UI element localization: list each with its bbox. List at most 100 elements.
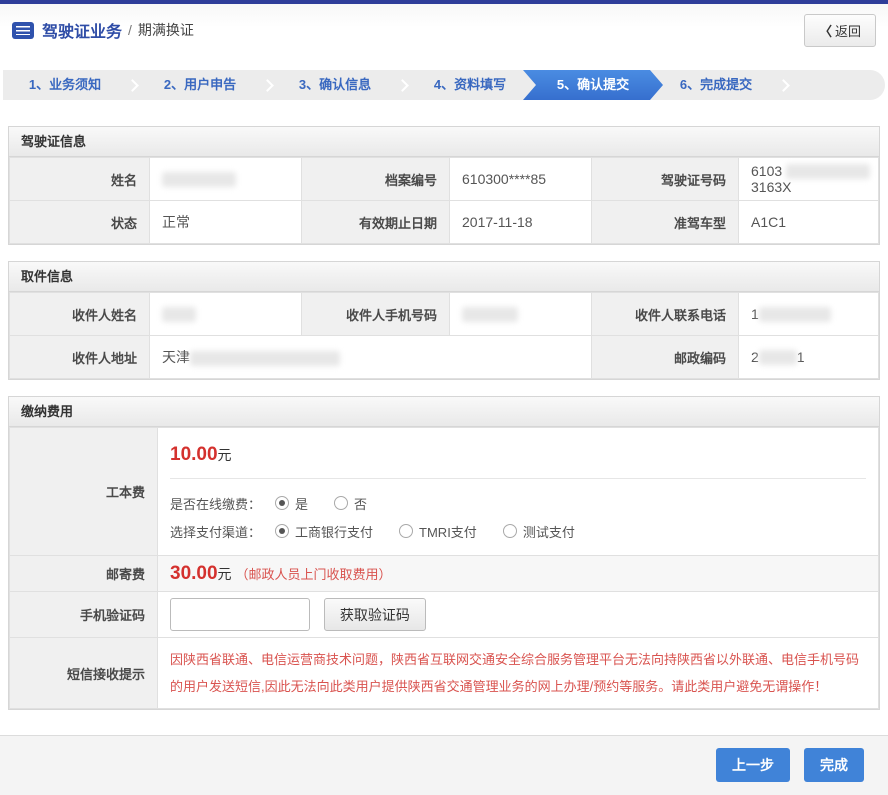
pickup-info-title: 取件信息 bbox=[9, 262, 879, 292]
license-no-suffix: 3163X bbox=[751, 179, 791, 195]
license-no-label: 驾驶证号码 bbox=[592, 158, 739, 201]
step-1-business-notes[interactable]: 1、业务须知 bbox=[3, 70, 127, 100]
online-pay-label: 是否在线缴费： bbox=[170, 494, 261, 513]
get-sms-code-button[interactable]: 获取验证码 bbox=[324, 598, 426, 631]
back-button[interactable]: 〈返回 bbox=[804, 14, 876, 47]
chevron-separator-icon bbox=[261, 79, 274, 92]
table-row: 手机验证码 获取验证码 bbox=[10, 592, 879, 638]
fees-section: 缴纳费用 工本费 10.00元 是否在线缴费： 是 否 选择支付渠道： 工商银行… bbox=[8, 396, 880, 710]
radio-icon[interactable] bbox=[399, 524, 413, 538]
license-info-table: 姓名 档案编号 610300****85 驾驶证号码 6103 3163X 状态… bbox=[9, 157, 879, 244]
valid-until-label: 有效期止日期 bbox=[302, 201, 450, 244]
recipient-address-prefix: 天津 bbox=[162, 349, 190, 365]
work-fee-amount: 10.00 bbox=[170, 444, 218, 465]
redacted-value bbox=[162, 172, 236, 187]
name-value bbox=[150, 158, 302, 201]
online-pay-option-yes[interactable]: 是 bbox=[275, 494, 308, 513]
channel-option-test[interactable]: 测试支付 bbox=[503, 522, 575, 541]
table-row: 工本费 10.00元 是否在线缴费： 是 否 选择支付渠道： 工商银行支付 TM… bbox=[10, 428, 879, 556]
license-menu-icon bbox=[12, 22, 34, 39]
work-fee-unit: 元 bbox=[218, 447, 232, 463]
status-value: 正常 bbox=[150, 201, 302, 244]
chevron-separator-icon bbox=[777, 79, 790, 92]
footer-action-bar: 上一步 完成 bbox=[0, 735, 888, 795]
chevron-left-icon: 〈 bbox=[819, 24, 832, 39]
table-row: 状态 正常 有效期止日期 2017-11-18 准驾车型 A1C1 bbox=[10, 201, 879, 244]
redacted-value bbox=[786, 164, 870, 179]
table-row: 收件人地址 天津 邮政编码 21 bbox=[10, 336, 879, 379]
postcode-prefix: 2 bbox=[751, 349, 759, 365]
sms-code-label: 手机验证码 bbox=[10, 592, 158, 638]
pickup-info-section: 取件信息 收件人姓名 收件人手机号码 收件人联系电话 1 收件人地址 天津 邮政… bbox=[8, 261, 880, 380]
radio-label: TMRI支付 bbox=[419, 522, 477, 541]
recipient-name-label: 收件人姓名 bbox=[10, 293, 150, 336]
page-header: 驾驶证业务 / 期满换证 〈返回 bbox=[0, 4, 888, 56]
finish-button[interactable]: 完成 bbox=[804, 748, 864, 782]
back-button-label: 返回 bbox=[835, 24, 861, 39]
redacted-value bbox=[162, 307, 196, 322]
step-5-confirm-submit[interactable]: 5、确认提交 bbox=[523, 70, 663, 100]
pay-channel-question: 选择支付渠道： 工商银行支付 TMRI支付 测试支付 bbox=[170, 517, 866, 545]
pickup-info-table: 收件人姓名 收件人手机号码 收件人联系电话 1 收件人地址 天津 邮政编码 21 bbox=[9, 292, 879, 379]
radio-label: 否 bbox=[354, 494, 367, 513]
radio-icon[interactable] bbox=[275, 524, 289, 538]
recipient-phone-label: 收件人联系电话 bbox=[592, 293, 739, 336]
valid-until-value: 2017-11-18 bbox=[450, 201, 592, 244]
progress-steps: 1、业务须知 2、用户申告 3、确认信息 4、资料填写 5、确认提交 6、完成提… bbox=[3, 70, 885, 100]
channel-option-icbc[interactable]: 工商银行支付 bbox=[275, 522, 373, 541]
license-info-title: 驾驶证信息 bbox=[9, 127, 879, 157]
radio-icon[interactable] bbox=[275, 496, 289, 510]
radio-icon[interactable] bbox=[334, 496, 348, 510]
postage-fee-amount: 30.00 bbox=[170, 563, 218, 584]
sms-notice-text: 因陕西省联通、电信运营商技术问题，陕西省互联网交通安全综合服务管理平台无法向持陕… bbox=[170, 638, 878, 708]
vehicle-class-label: 准驾车型 bbox=[592, 201, 739, 244]
table-row: 收件人姓名 收件人手机号码 收件人联系电话 1 bbox=[10, 293, 879, 336]
redacted-value bbox=[462, 307, 518, 322]
redacted-value bbox=[759, 350, 797, 365]
recipient-address-value: 天津 bbox=[150, 336, 592, 379]
redacted-value bbox=[759, 307, 831, 322]
status-label: 状态 bbox=[10, 201, 150, 244]
radio-label: 工商银行支付 bbox=[295, 522, 373, 541]
radio-label: 是 bbox=[295, 494, 308, 513]
step-3-confirm-info[interactable]: 3、确认信息 bbox=[273, 70, 397, 100]
work-fee-value: 10.00元 是否在线缴费： 是 否 选择支付渠道： 工商银行支付 TMRI支付… bbox=[158, 428, 879, 556]
name-label: 姓名 bbox=[10, 158, 150, 201]
recipient-phone-prefix: 1 bbox=[751, 306, 759, 322]
recipient-address-label: 收件人地址 bbox=[10, 336, 150, 379]
chevron-separator-icon bbox=[396, 79, 409, 92]
step-4-fill-materials[interactable]: 4、资料填写 bbox=[408, 70, 532, 100]
recipient-mobile-value bbox=[450, 293, 592, 336]
pay-channel-label: 选择支付渠道： bbox=[170, 522, 261, 541]
radio-icon[interactable] bbox=[503, 524, 517, 538]
table-row: 短信接收提示 因陕西省联通、电信运营商技术问题，陕西省互联网交通安全综合服务管理… bbox=[10, 638, 879, 709]
step-2-user-declaration[interactable]: 2、用户申告 bbox=[138, 70, 262, 100]
fees-table: 工本费 10.00元 是否在线缴费： 是 否 选择支付渠道： 工商银行支付 TM… bbox=[9, 427, 879, 709]
channel-option-tmri[interactable]: TMRI支付 bbox=[399, 522, 477, 541]
chevron-separator-icon bbox=[126, 79, 139, 92]
postage-fee-note: （邮政人员上门收取费用） bbox=[236, 567, 392, 582]
radio-label: 测试支付 bbox=[523, 522, 575, 541]
recipient-name-value bbox=[150, 293, 302, 336]
previous-step-button[interactable]: 上一步 bbox=[716, 748, 790, 782]
recipient-mobile-label: 收件人手机号码 bbox=[302, 293, 450, 336]
page-title: 驾驶证业务 bbox=[42, 18, 122, 42]
file-no-label: 档案编号 bbox=[302, 158, 450, 201]
sms-code-input[interactable] bbox=[170, 598, 310, 631]
postcode-value: 21 bbox=[739, 336, 879, 379]
sms-notice-cell: 因陕西省联通、电信运营商技术问题，陕西省互联网交通安全综合服务管理平台无法向持陕… bbox=[158, 638, 879, 709]
license-no-value: 6103 3163X bbox=[739, 158, 879, 201]
step-6-complete-submit[interactable]: 6、完成提交 bbox=[654, 70, 778, 100]
sms-notice-label: 短信接收提示 bbox=[10, 638, 158, 709]
license-info-section: 驾驶证信息 姓名 档案编号 610300****85 驾驶证号码 6103 31… bbox=[8, 126, 880, 245]
postcode-label: 邮政编码 bbox=[592, 336, 739, 379]
postage-fee-value: 30.00元（邮政人员上门收取费用） bbox=[158, 556, 879, 592]
work-fee-label: 工本费 bbox=[10, 428, 158, 556]
table-row: 邮寄费 30.00元（邮政人员上门收取费用） bbox=[10, 556, 879, 592]
vehicle-class-value: A1C1 bbox=[739, 201, 879, 244]
license-no-prefix: 6103 bbox=[751, 163, 782, 179]
online-pay-option-no[interactable]: 否 bbox=[334, 494, 367, 513]
postage-fee-label: 邮寄费 bbox=[10, 556, 158, 592]
fees-title: 缴纳费用 bbox=[9, 397, 879, 427]
redacted-value bbox=[190, 351, 340, 366]
